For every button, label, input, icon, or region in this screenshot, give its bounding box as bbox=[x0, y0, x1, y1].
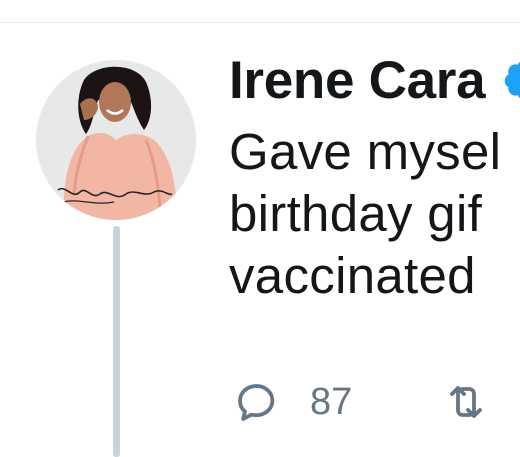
verified-badge-icon bbox=[504, 62, 520, 98]
tweet-text-line: birthday gif bbox=[229, 185, 483, 242]
tweet-text-line: vaccinated bbox=[229, 247, 476, 304]
avatar[interactable] bbox=[36, 60, 196, 220]
avatar-photo bbox=[36, 60, 196, 220]
tweet-text-line: Gave mysel bbox=[229, 123, 502, 180]
author-display-name[interactable]: Irene Cara bbox=[229, 46, 486, 116]
thread-line bbox=[113, 226, 120, 457]
retweet-button[interactable] bbox=[442, 374, 490, 430]
retweet-icon bbox=[450, 386, 482, 418]
tweet-view: Irene Cara Gave mysel birthday gif vacci… bbox=[0, 0, 520, 457]
reply-count: 87 bbox=[310, 381, 353, 423]
tweet-text: Gave mysel birthday gif vaccinated bbox=[229, 121, 520, 307]
reply-button[interactable]: 87 bbox=[232, 374, 352, 430]
reply-icon bbox=[238, 384, 275, 421]
tweet-actions: 87 bbox=[232, 374, 520, 430]
top-divider bbox=[0, 22, 520, 23]
